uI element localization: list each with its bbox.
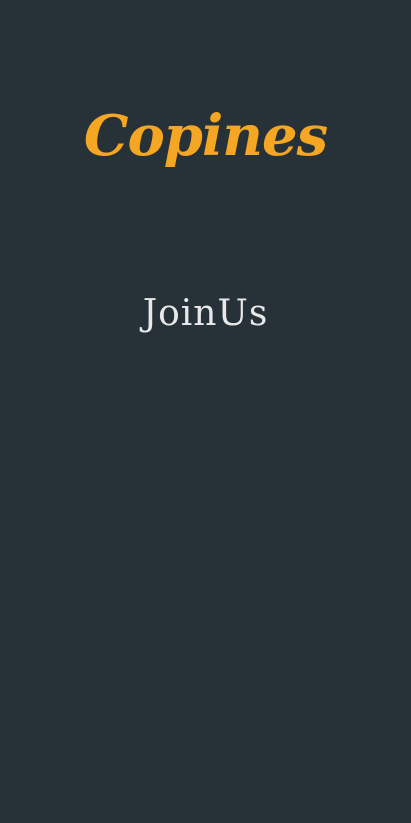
join-us-link[interactable]: JoinUs (0, 290, 411, 338)
app-logo: Copines (83, 103, 328, 169)
splash-screen: Copines JoinUs (0, 0, 411, 823)
